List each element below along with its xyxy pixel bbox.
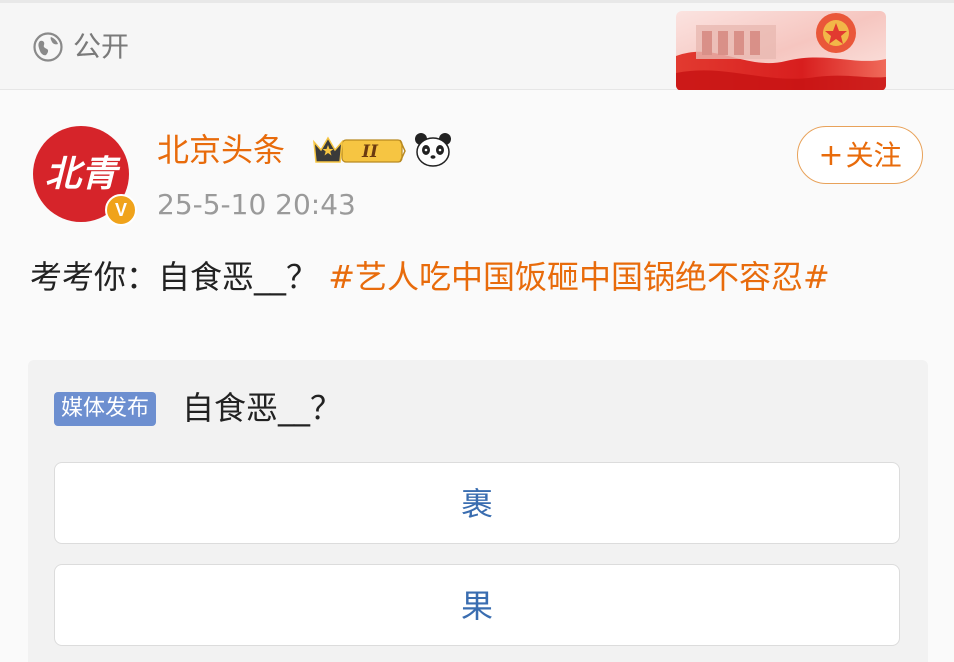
author-name[interactable]: 北京头条 [157, 130, 285, 170]
visibility-label[interactable]: 公开 [73, 29, 129, 65]
poll-option[interactable]: 果 [54, 564, 900, 646]
post-card: 北青 V 北京头条 II 25-5-10 20:43 +关注 考考你：自食恶__… [0, 90, 954, 662]
globe-icon [33, 32, 63, 62]
post-text: 考考你：自食恶__？ #艺人吃中国饭砸中国锅绝不容忍# [30, 250, 920, 304]
national-emblem-banner [676, 11, 886, 91]
media-badge: 媒体发布 [54, 392, 157, 426]
crown-level-badge[interactable]: II [312, 134, 406, 166]
avatar[interactable]: 北青 V [33, 126, 137, 226]
plus-icon: + [818, 138, 844, 173]
weibo-post-page: 公开 北青 V 北京头条 II 25-5-10 20:43 +关注 考考你：自食… [0, 0, 954, 662]
post-body: 考考你：自食恶__？ [30, 258, 319, 296]
badge-level: II [361, 142, 379, 162]
poll-card: 媒体发布 自食恶__？ 裹 果 [28, 360, 928, 662]
poll-option[interactable]: 裹 [54, 462, 900, 544]
follow-button[interactable]: +关注 [797, 126, 923, 184]
post-time: 25-5-10 20:43 [157, 188, 356, 221]
panda-icon [415, 133, 451, 167]
verified-badge: V [105, 194, 137, 226]
poll-question: 自食恶__？ [182, 389, 343, 427]
visibility-bar: 公开 [0, 3, 954, 91]
follow-label: 关注 [845, 139, 902, 172]
hashtag-link[interactable]: #艺人吃中国饭砸中国锅绝不容忍# [328, 258, 830, 296]
